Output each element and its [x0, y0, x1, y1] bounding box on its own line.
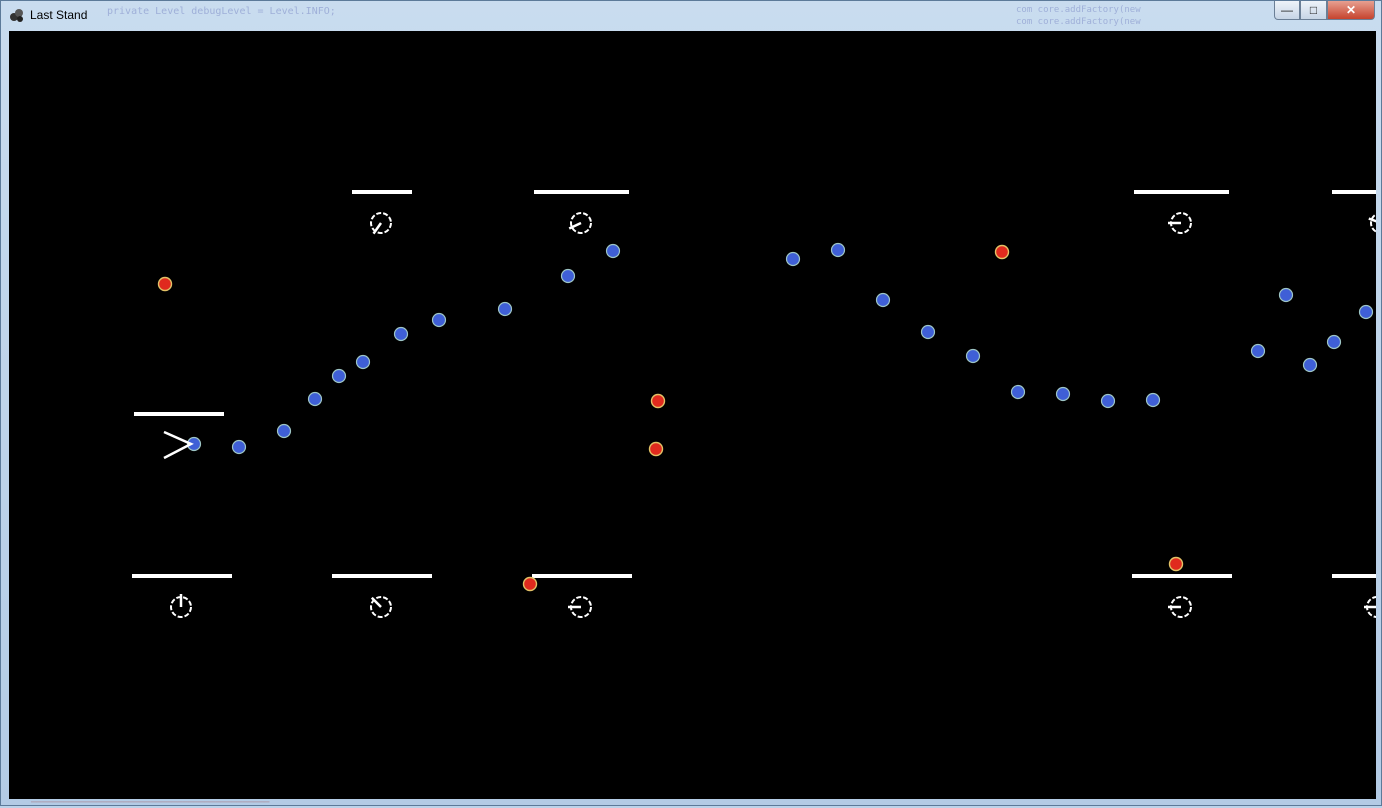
turret-icon — [370, 212, 392, 235]
wall-segment — [1132, 574, 1232, 578]
turret-icon — [170, 594, 192, 618]
wall-segment — [1332, 190, 1376, 194]
ally-unit — [307, 391, 323, 407]
ally-unit — [1055, 386, 1071, 402]
turret-ring — [1370, 213, 1376, 233]
ally-unit — [276, 423, 292, 439]
background-status-text: ────────────────────────────────────────… — [31, 798, 270, 808]
ally-unit — [965, 348, 981, 364]
ally-unit — [331, 368, 347, 384]
maximize-button[interactable]: □ — [1300, 1, 1327, 20]
ally-unit — [1250, 343, 1266, 359]
turret-icon — [1168, 212, 1192, 234]
app-icon — [10, 9, 23, 22]
ally-unit — [785, 251, 801, 267]
ally-unit — [1358, 304, 1374, 320]
wall-segment — [1134, 190, 1229, 194]
ally-unit — [231, 439, 247, 455]
window-title: Last Stand — [30, 8, 88, 22]
minimize-button[interactable]: — — [1274, 1, 1300, 20]
enemies-layer — [157, 244, 1184, 592]
ally-unit — [560, 268, 576, 284]
wall-segment — [532, 574, 632, 578]
ally-unit — [1278, 287, 1294, 303]
title-bar[interactable]: Last Stand private Level debugLevel = Le… — [1, 1, 1381, 30]
game-scene — [132, 190, 1376, 618]
turret-barrel — [1368, 217, 1376, 223]
turrets-layer — [170, 212, 1376, 618]
enemy-unit — [157, 276, 173, 292]
wall-segment — [134, 412, 224, 416]
turret-icon — [370, 596, 392, 618]
wall-segment — [534, 190, 629, 194]
enemy-unit — [648, 441, 664, 457]
background-code-text: private Level debugLevel = Level.INFO; — [107, 6, 336, 17]
ally-unit — [355, 354, 371, 370]
walls-layer — [132, 190, 1376, 578]
ally-unit — [393, 326, 409, 342]
ally-unit — [920, 324, 936, 340]
turret-icon — [568, 596, 592, 618]
enemy-unit — [1168, 556, 1184, 572]
player-ship-icon — [163, 430, 194, 460]
wall-segment — [352, 190, 412, 194]
ally-unit — [1100, 393, 1116, 409]
player-ship — [163, 430, 194, 460]
turret-icon — [1368, 213, 1376, 233]
ally-unit — [875, 292, 891, 308]
ally-unit — [497, 301, 513, 317]
turret-icon — [1364, 596, 1376, 618]
wall-segment — [132, 574, 232, 578]
ally-unit — [1010, 384, 1026, 400]
enemy-unit — [650, 393, 666, 409]
allies-layer — [186, 242, 1374, 455]
game-canvas[interactable] — [9, 31, 1376, 799]
ally-unit — [1145, 392, 1161, 408]
game-window: Last Stand private Level debugLevel = Le… — [0, 0, 1382, 808]
background-code-text-3: com core.addFactory(new — [1016, 17, 1141, 27]
enemy-unit — [994, 244, 1010, 260]
ally-unit — [830, 242, 846, 258]
turret-icon — [568, 212, 592, 234]
wall-segment — [332, 574, 432, 578]
enemy-unit — [522, 576, 538, 592]
background-code-text-2: com core.addFactory(new — [1016, 5, 1141, 15]
ally-unit — [1326, 334, 1342, 350]
ally-unit — [605, 243, 621, 259]
ally-unit — [431, 312, 447, 328]
turret-icon — [1168, 596, 1192, 618]
wall-segment — [1332, 574, 1376, 578]
close-button[interactable]: ✕ — [1327, 1, 1375, 20]
ally-unit — [1302, 357, 1318, 373]
